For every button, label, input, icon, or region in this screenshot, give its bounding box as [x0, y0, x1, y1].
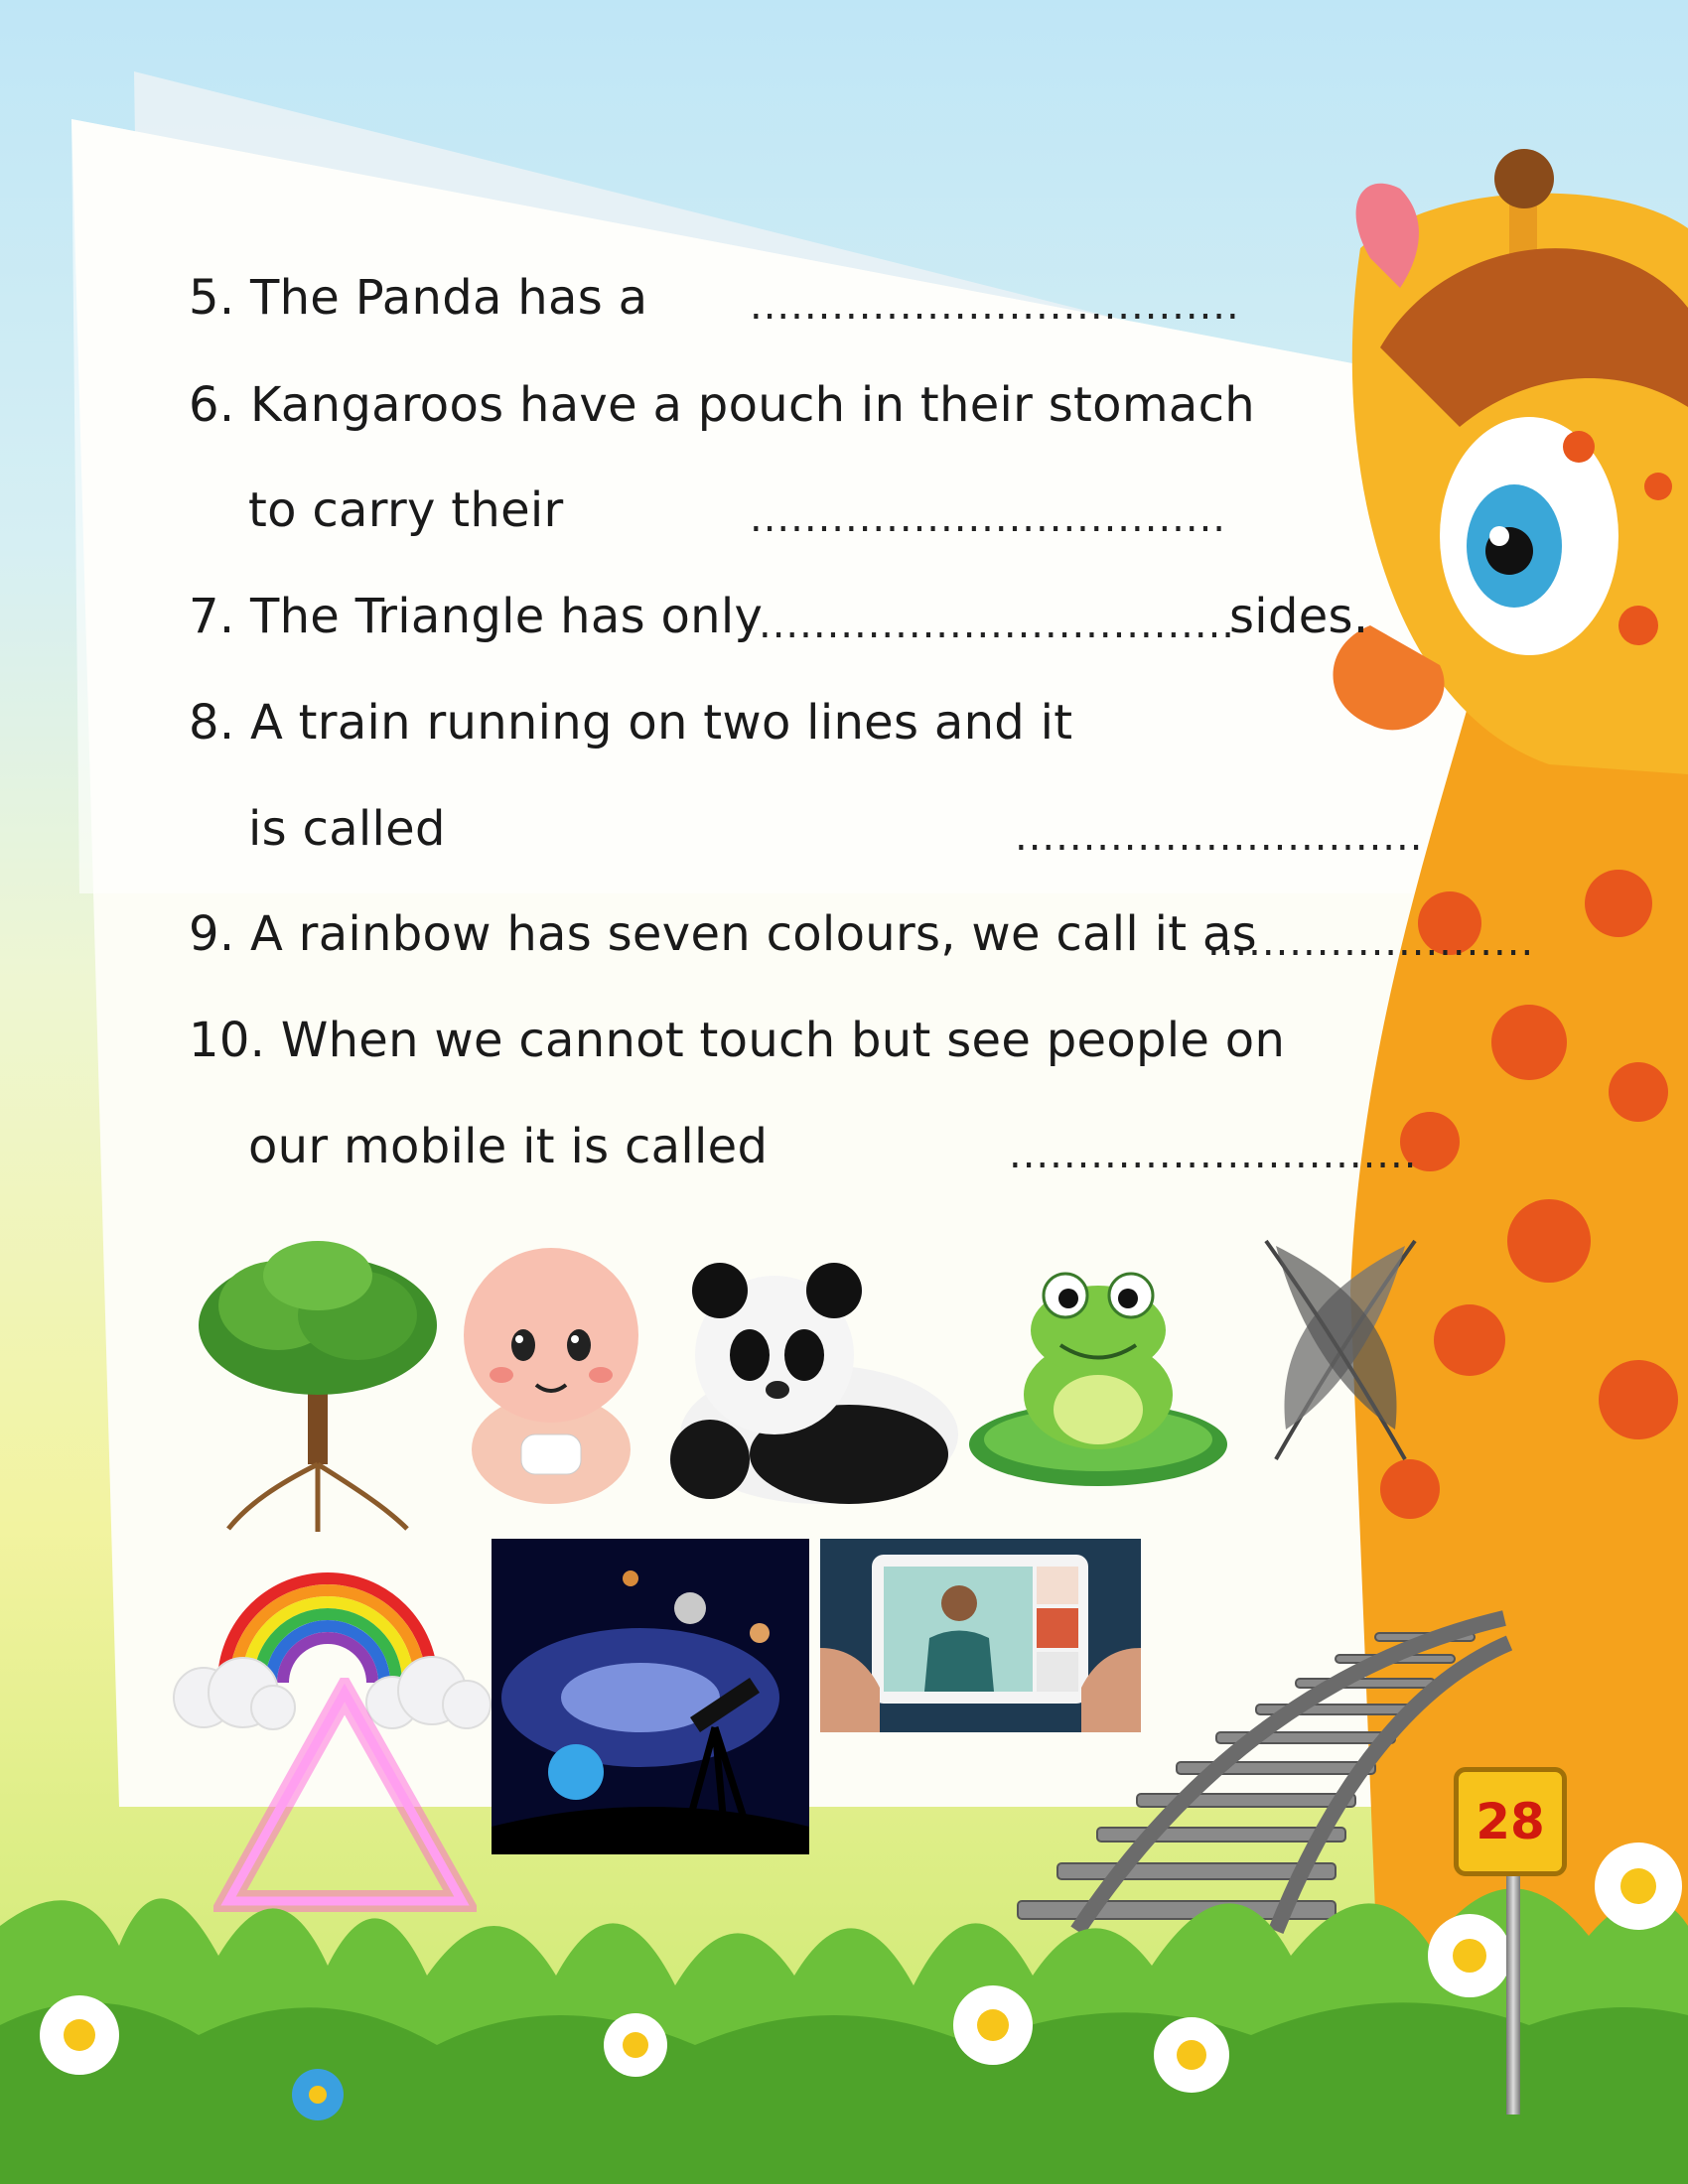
grass-foreground [0, 1843, 1688, 2184]
answer-blank-9[interactable]: ........................ [1207, 919, 1534, 965]
sign-post [1506, 1876, 1520, 2115]
question-number: 5. [189, 270, 235, 326]
question-7-suffix: sides. [1229, 589, 1369, 644]
tree-picture [199, 1241, 437, 1532]
question-text: A rainbow has seven colours, we call it … [249, 906, 1257, 962]
panda-picture [670, 1263, 958, 1504]
question-10: 10. When we cannot touch but see people … [189, 1013, 1285, 1068]
frog-picture [969, 1272, 1227, 1486]
question-10-line2: our mobile it is called [248, 1119, 769, 1174]
question-text: Kangaroos have a pouch in their stomach [249, 377, 1256, 433]
question-number: 8. [189, 695, 235, 751]
question-number: 10. [189, 1013, 266, 1068]
question-number: 6. [189, 377, 235, 433]
baby-picture [464, 1248, 638, 1504]
question-6-line2: to carry their [248, 482, 564, 538]
question-8: 8. A train running on two lines and it [189, 695, 1072, 751]
question-text: When we cannot touch but see people on [280, 1013, 1286, 1068]
question-9: 9. A rainbow has seven colours, we call … [189, 906, 1257, 962]
question-number: 9. [189, 906, 235, 962]
question-text: A train running on two lines and it [249, 695, 1073, 751]
question-number: 7. [189, 589, 235, 644]
question-7: 7. The Triangle has only [189, 589, 763, 644]
answer-blank-10[interactable]: .............................. [1009, 1132, 1417, 1177]
question-5: 5. The Panda has a [189, 270, 647, 326]
feathers-picture [1264, 1239, 1417, 1460]
question-6: 6. Kangaroos have a pouch in their stoma… [189, 377, 1255, 433]
answer-blank-6[interactable]: ................................... [750, 495, 1226, 541]
question-text: The Triangle has only [249, 589, 764, 644]
answer-blank-8[interactable]: .............................. [1015, 814, 1423, 860]
question-text: The Panda has a [249, 270, 648, 326]
answer-blank-5[interactable]: .................................... [750, 283, 1240, 329]
question-8-line2: is called [248, 801, 446, 857]
answer-blank-7[interactable]: ................................... [759, 602, 1235, 647]
page-number: 28 [1454, 1767, 1567, 1876]
